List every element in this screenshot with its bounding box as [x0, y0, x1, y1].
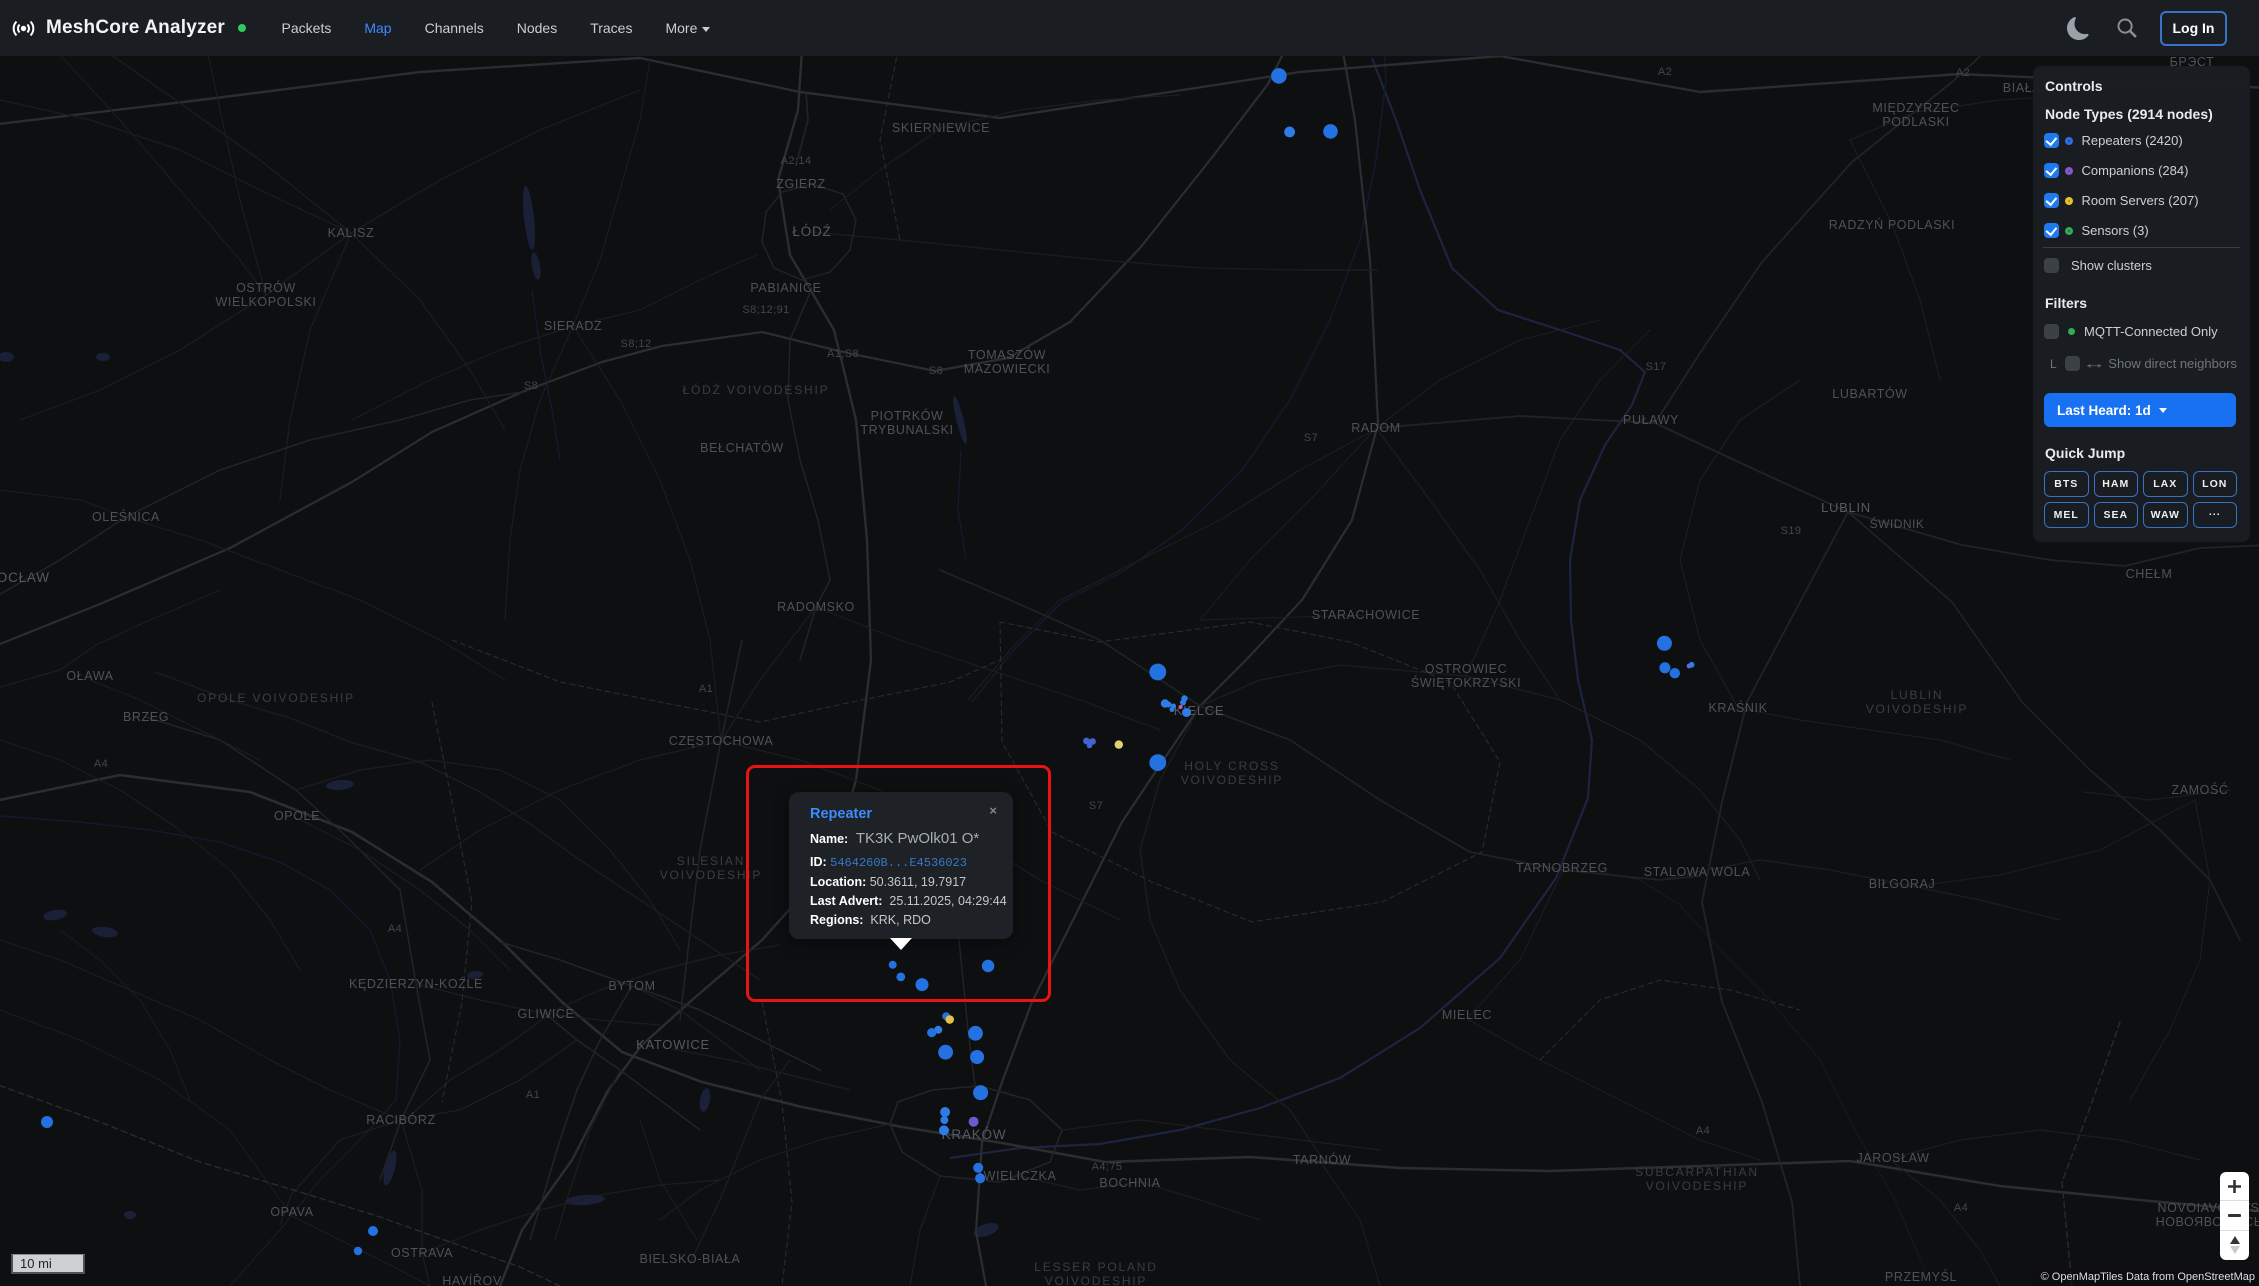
svg-text:OSTRÓW: OSTRÓW [236, 280, 296, 295]
svg-text:SKIERNIEWICE: SKIERNIEWICE [892, 121, 990, 135]
svg-text:RADOM: RADOM [1351, 421, 1401, 435]
svg-text:HAVÍŘOV: HAVÍŘOV [442, 1273, 502, 1286]
svg-text:S17: S17 [1646, 361, 1667, 373]
svg-text:LUBLIN: LUBLIN [1891, 688, 1944, 702]
svg-text:A2: A2 [1658, 66, 1672, 78]
svg-text:A1: A1 [526, 1089, 540, 1101]
svg-text:OSTRAVA: OSTRAVA [391, 1246, 453, 1260]
svg-text:S19: S19 [1781, 525, 1802, 537]
svg-text:BIELSKO-BIAŁA: BIELSKO-BIAŁA [640, 1252, 741, 1266]
svg-text:BRZEG: BRZEG [123, 710, 169, 724]
svg-text:RADOMSKO: RADOMSKO [777, 600, 855, 614]
svg-text:TRYBUNALSKI: TRYBUNALSKI [860, 423, 953, 437]
svg-text:LUBARTÓW: LUBARTÓW [1832, 386, 1907, 401]
svg-text:A4: A4 [1696, 1125, 1710, 1137]
svg-text:VOIVODESHIP: VOIVODESHIP [1181, 773, 1284, 787]
svg-text:A2: A2 [1956, 67, 1970, 79]
svg-text:KRAŚNIK: KRAŚNIK [1708, 700, 1767, 715]
svg-text:OPOLE VOIVODESHIP: OPOLE VOIVODESHIP [197, 691, 355, 705]
svg-text:CZĘSTOCHOWA: CZĘSTOCHOWA [669, 734, 774, 748]
svg-text:A4: A4 [1954, 1202, 1968, 1214]
svg-text:GLIWICE: GLIWICE [518, 1007, 575, 1021]
svg-text:OPOLE: OPOLE [274, 809, 320, 823]
svg-text:A1;S8: A1;S8 [827, 348, 859, 360]
svg-text:ROCŁAW: ROCŁAW [0, 570, 50, 585]
svg-text:KĘDZIERZYN-KOŹLE: KĘDZIERZYN-KOŹLE [349, 976, 483, 991]
svg-text:BOCHNIA: BOCHNIA [1099, 1176, 1160, 1190]
svg-text:PABIANICE: PABIANICE [750, 281, 821, 295]
svg-text:A4: A4 [94, 758, 108, 770]
svg-text:S8: S8 [929, 365, 943, 377]
svg-text:BEŁCHATÓW: BEŁCHATÓW [700, 440, 784, 455]
svg-text:PIOTRKÓW: PIOTRKÓW [871, 408, 944, 423]
svg-text:A1: A1 [699, 683, 713, 695]
svg-text:S8;12;91: S8;12;91 [742, 304, 789, 316]
svg-text:ŁÓDŹ: ŁÓDŹ [792, 224, 831, 239]
svg-text:ŚWIĘTOKRZYSKI: ŚWIĘTOKRZYSKI [1411, 675, 1521, 690]
svg-text:CHEŁM: CHEŁM [2126, 567, 2173, 581]
svg-text:OŁAWA: OŁAWA [66, 669, 113, 683]
svg-text:KALISZ: KALISZ [328, 226, 375, 240]
svg-text:LUBLIN: LUBLIN [1821, 500, 1871, 515]
svg-text:S8: S8 [524, 380, 538, 392]
svg-text:A2;14: A2;14 [781, 155, 812, 167]
svg-text:ŁÓDŹ VOIVODESHIP: ŁÓDŹ VOIVODESHIP [683, 382, 830, 397]
svg-text:RADZYŃ PODLASKI: RADZYŃ PODLASKI [1829, 217, 1955, 232]
svg-text:S7: S7 [1089, 800, 1103, 812]
svg-text:TOMASZÓW: TOMASZÓW [968, 347, 1046, 362]
svg-text:OPAVA: OPAVA [270, 1205, 313, 1219]
svg-text:MAZOWIECKI: MAZOWIECKI [964, 362, 1051, 376]
svg-text:TARNOBRZEG: TARNOBRZEG [1516, 861, 1608, 875]
svg-text:TARNÓW: TARNÓW [1293, 1152, 1351, 1167]
svg-text:PUŁAWY: PUŁAWY [1623, 413, 1679, 427]
svg-text:ZGIERZ: ZGIERZ [776, 177, 825, 191]
svg-text:SIERADZ: SIERADZ [544, 319, 602, 333]
svg-text:PRZEMYŚL: PRZEMYŚL [1885, 1269, 1957, 1284]
svg-text:STALOWA WOLA: STALOWA WOLA [1644, 865, 1751, 879]
svg-text:S7: S7 [1304, 432, 1318, 444]
svg-text:MIELEC: MIELEC [1442, 1008, 1492, 1022]
svg-text:RACIBÓRZ: RACIBÓRZ [366, 1112, 435, 1127]
svg-text:SUBCARPATHIAN: SUBCARPATHIAN [1635, 1165, 1759, 1179]
svg-text:BYTOM: BYTOM [608, 979, 655, 993]
svg-text:ZAMOŚĆ: ZAMOŚĆ [2171, 782, 2228, 797]
svg-text:STARACHOWICE: STARACHOWICE [1312, 608, 1420, 622]
svg-text:OSTROWIEC: OSTROWIEC [1425, 662, 1507, 676]
svg-text:KRAKÓW: KRAKÓW [942, 1127, 1007, 1142]
svg-text:BIŁGORAJ: BIŁGORAJ [1869, 877, 1936, 891]
svg-text:VOIVODESHIP: VOIVODESHIP [1866, 702, 1969, 716]
svg-text:WIELICZKA: WIELICZKA [984, 1169, 1057, 1183]
svg-text:WIELKOPOLSKI: WIELKOPOLSKI [216, 295, 317, 309]
svg-text:JAROSŁAW: JAROSŁAW [1856, 1151, 1929, 1165]
svg-text:S8;12: S8;12 [621, 338, 652, 350]
svg-text:VOIVODESHIP: VOIVODESHIP [1646, 1179, 1749, 1193]
svg-text:OLEŚNICA: OLEŚNICA [92, 509, 160, 524]
svg-text:ŚWIDNIK: ŚWIDNIK [1870, 516, 1925, 531]
svg-text:A4: A4 [388, 923, 402, 935]
svg-text:PODLASKI: PODLASKI [1882, 115, 1949, 129]
svg-text:HOLY CROSS: HOLY CROSS [1184, 759, 1280, 773]
svg-text:VOIVODESHIP: VOIVODESHIP [1045, 1274, 1148, 1286]
svg-text:A4;75: A4;75 [1092, 1161, 1123, 1173]
svg-text:MIĘDZYRZEC: MIĘDZYRZEC [1872, 101, 1959, 115]
svg-text:LESSER POLAND: LESSER POLAND [1034, 1260, 1157, 1274]
svg-text:SILESIAN: SILESIAN [677, 854, 745, 868]
svg-text:KATOWICE: KATOWICE [636, 1037, 710, 1052]
